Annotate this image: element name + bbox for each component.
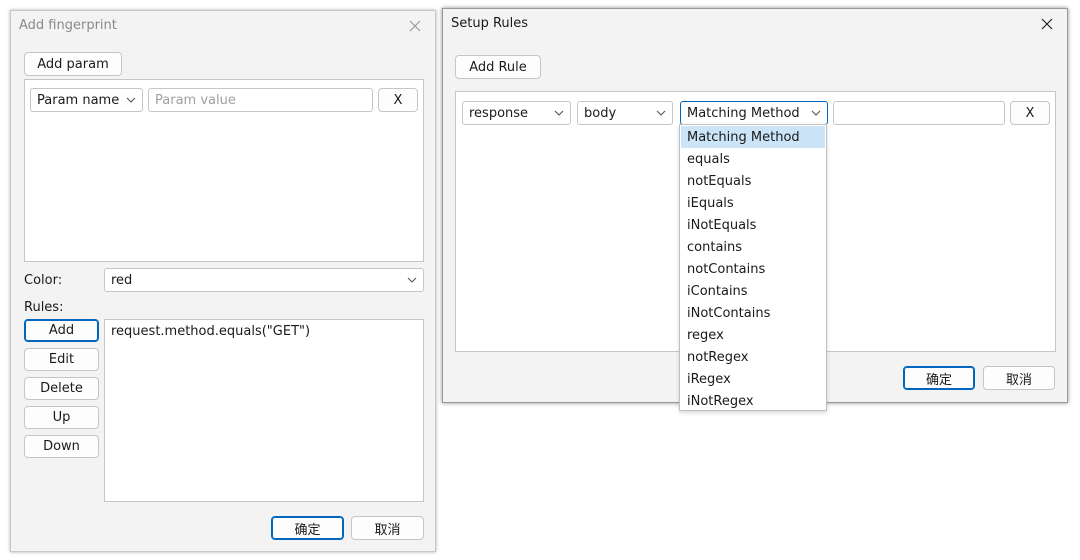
dropdown-option-notequals[interactable]: notEquals bbox=[681, 170, 825, 192]
title-bar: Add fingerprint bbox=[11, 11, 435, 41]
close-icon bbox=[409, 20, 421, 32]
rules-list[interactable]: request.method.equals("GET") bbox=[104, 319, 424, 502]
source-select[interactable]: response bbox=[462, 101, 571, 125]
source-value: response bbox=[469, 105, 529, 121]
cancel-button[interactable]: 取消 bbox=[351, 516, 424, 540]
chevron-down-icon bbox=[126, 97, 136, 103]
dropdown-option-iequals[interactable]: iEquals bbox=[681, 192, 825, 214]
dropdown-option-iregex[interactable]: iRegex bbox=[681, 368, 825, 390]
matching-method-value: Matching Method bbox=[687, 105, 800, 121]
param-value-placeholder: Param value bbox=[155, 92, 236, 108]
add-rule-button[interactable]: Add bbox=[24, 319, 99, 342]
add-param-button[interactable]: Add param bbox=[24, 52, 122, 76]
ok-button[interactable]: 确定 bbox=[271, 516, 344, 540]
dropdown-option-regex[interactable]: regex bbox=[681, 324, 825, 346]
remove-rule-button[interactable]: X bbox=[1010, 101, 1050, 125]
color-select[interactable]: red bbox=[104, 268, 424, 292]
ok-button[interactable]: 确定 bbox=[903, 366, 975, 390]
close-icon bbox=[1041, 18, 1053, 30]
matching-method-select[interactable]: Matching Method bbox=[680, 101, 828, 125]
chevron-down-icon bbox=[656, 110, 666, 116]
close-button[interactable] bbox=[1037, 14, 1057, 34]
part-value: body bbox=[584, 105, 617, 121]
dialog-title: Setup Rules bbox=[451, 16, 529, 31]
part-select[interactable]: body bbox=[577, 101, 673, 125]
dialog-title: Add fingerprint bbox=[19, 18, 117, 33]
dropdown-option-contains[interactable]: contains bbox=[681, 236, 825, 258]
dropdown-option-inotcontains[interactable]: iNotContains bbox=[681, 302, 825, 324]
cancel-button[interactable]: 取消 bbox=[983, 366, 1055, 390]
dropdown-option-notregex[interactable]: notRegex bbox=[681, 346, 825, 368]
chevron-down-icon bbox=[811, 110, 821, 116]
params-panel: Param name Param value X bbox=[24, 79, 424, 262]
matching-method-dropdown: Matching Method equals notEquals iEquals… bbox=[679, 124, 827, 411]
list-item[interactable]: request.method.equals("GET") bbox=[111, 324, 310, 339]
add-fingerprint-dialog: Add fingerprint Add param Param name Par… bbox=[10, 10, 436, 552]
add-rule-button[interactable]: Add Rule bbox=[455, 55, 541, 79]
down-rule-button[interactable]: Down bbox=[24, 435, 99, 458]
dropdown-option-notcontains[interactable]: notContains bbox=[681, 258, 825, 280]
dropdown-option-inotregex[interactable]: iNotRegex bbox=[681, 390, 825, 412]
rule-value-input[interactable] bbox=[833, 101, 1005, 125]
delete-rule-button[interactable]: Delete bbox=[24, 377, 99, 400]
chevron-down-icon bbox=[554, 110, 564, 116]
rules-label: Rules: bbox=[24, 300, 64, 315]
dropdown-option-matching-method[interactable]: Matching Method bbox=[681, 126, 825, 148]
dropdown-option-inotequals[interactable]: iNotEquals bbox=[681, 214, 825, 236]
up-rule-button[interactable]: Up bbox=[24, 406, 99, 429]
remove-param-button[interactable]: X bbox=[378, 88, 418, 112]
dropdown-option-icontains[interactable]: iContains bbox=[681, 280, 825, 302]
edit-rule-button[interactable]: Edit bbox=[24, 348, 99, 371]
param-value-input[interactable]: Param value bbox=[148, 88, 373, 112]
color-label: Color: bbox=[24, 273, 63, 288]
dropdown-option-equals[interactable]: equals bbox=[681, 148, 825, 170]
param-name-value: Param name bbox=[37, 92, 120, 108]
color-value: red bbox=[111, 272, 133, 288]
chevron-down-icon bbox=[407, 277, 417, 283]
param-name-select[interactable]: Param name bbox=[30, 88, 143, 112]
title-bar: Setup Rules bbox=[443, 9, 1067, 39]
close-button[interactable] bbox=[405, 16, 425, 36]
